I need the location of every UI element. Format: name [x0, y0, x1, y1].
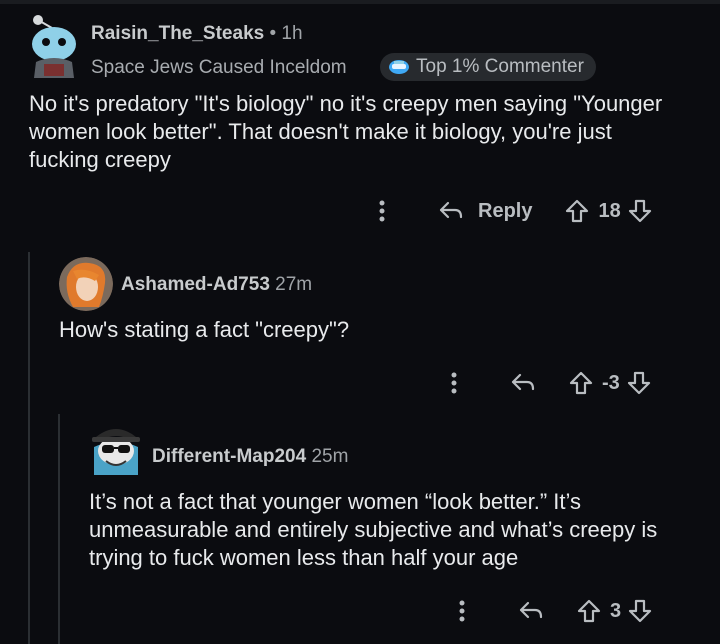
user-flair: Space Jews Caused Inceldom: [91, 57, 347, 78]
top-commenter-badge[interactable]: Top 1% Commenter: [380, 53, 596, 81]
more-options-button[interactable]: [450, 599, 474, 623]
comment-body: No it's predatory "It's biology" no it's…: [29, 91, 663, 172]
downvote-icon[interactable]: [626, 370, 652, 396]
comment-actions: -3: [442, 370, 652, 396]
user-avatar-icon: [59, 257, 113, 311]
thread-line-level-1[interactable]: [28, 252, 30, 644]
username-text[interactable]: Raisin_The_Steaks: [91, 23, 264, 44]
comment-actions: Reply 18: [370, 198, 653, 224]
comment-body: How's stating a fact "creepy"?: [59, 317, 350, 342]
timestamp: 25m: [311, 446, 349, 467]
snoo-avatar-icon: [32, 15, 76, 78]
reply-icon: [439, 201, 463, 219]
vote-controls: 3: [576, 598, 653, 624]
avatar[interactable]: [88, 417, 144, 477]
vote-score: 3: [610, 599, 622, 622]
more-options-icon: [459, 600, 465, 622]
reply-button[interactable]: [518, 600, 544, 622]
downvote-icon[interactable]: [627, 598, 653, 624]
upvote-icon[interactable]: [568, 370, 594, 396]
commenter-badge-icon: [389, 60, 409, 74]
avatar[interactable]: [28, 14, 80, 78]
badge-label: Top 1% Commenter: [416, 56, 584, 77]
upvote-icon[interactable]: [564, 198, 590, 224]
timestamp: 27m: [275, 274, 313, 295]
reply-icon: [511, 373, 535, 391]
more-options-button[interactable]: [442, 371, 466, 395]
vote-controls: -3: [568, 370, 652, 396]
reply-button[interactable]: Reply: [438, 200, 532, 223]
thread-line-level-2[interactable]: [58, 414, 60, 644]
comment-body: It’s not a fact that younger women “look…: [89, 489, 658, 570]
username-text[interactable]: Different-Map204: [152, 446, 306, 467]
timestamp: • 1h: [269, 23, 303, 44]
reply-button[interactable]: [510, 372, 536, 394]
top-divider: [0, 0, 720, 4]
more-options-icon: [379, 200, 385, 222]
comment-actions: 3: [450, 598, 653, 624]
username[interactable]: Ashamed-Ad753 27m: [121, 274, 312, 296]
vote-score: -3: [602, 371, 620, 394]
more-options-button[interactable]: [370, 199, 394, 223]
avatar[interactable]: [59, 257, 113, 311]
reply-label[interactable]: Reply: [478, 200, 532, 223]
snoo-avatar-icon: [92, 429, 140, 475]
vote-score: 18: [598, 199, 621, 222]
downvote-icon[interactable]: [627, 198, 653, 224]
username-text[interactable]: Ashamed-Ad753: [121, 274, 270, 295]
more-options-icon: [451, 372, 457, 394]
username[interactable]: Raisin_The_Steaks • 1h: [91, 23, 303, 45]
username[interactable]: Different-Map204 25m: [152, 446, 348, 468]
upvote-icon[interactable]: [576, 598, 602, 624]
vote-controls: 18: [564, 198, 652, 224]
reply-icon: [519, 601, 543, 619]
